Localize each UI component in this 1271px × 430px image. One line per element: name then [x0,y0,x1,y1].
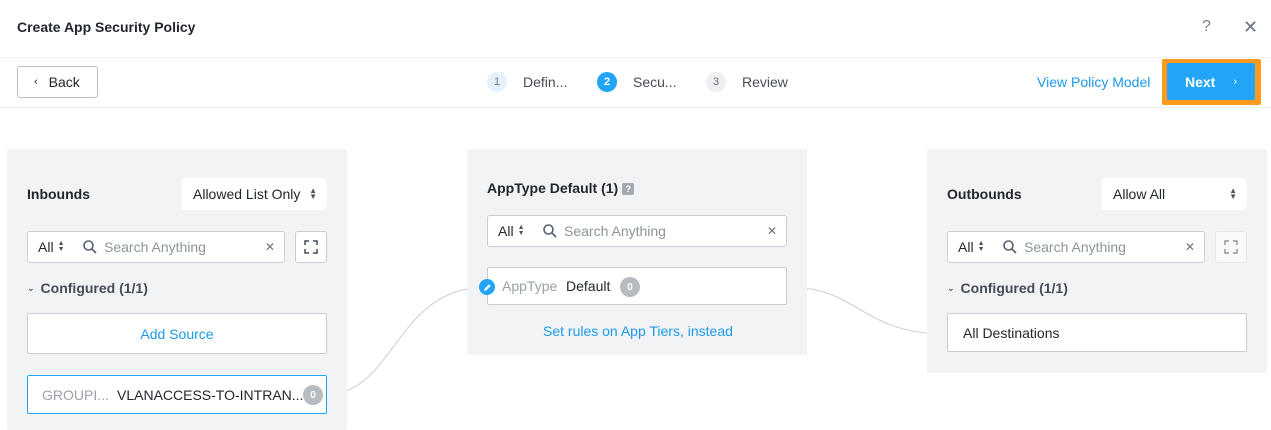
step-define[interactable]: 1 Defin... [487,72,567,92]
inbounds-panel: Inbounds Allowed List Only ▲ ▼ All ▲ ▼ Sea… [7,149,347,430]
set-rules-on-app-tiers-link[interactable]: Set rules on App Tiers, instead [543,323,733,339]
outbounds-configured-section[interactable]: ⌄ Configured (1/1) [947,280,1068,296]
step-number: 3 [706,72,726,92]
chevron-down-icon: ⌄ [947,282,955,293]
item-value: VLANACCESS-TO-INTRAN... [117,386,304,403]
page-title: Create App Security Policy [17,19,196,35]
outbound-destination-item[interactable]: All Destinations [947,313,1247,352]
inbounds-title: Inbounds [27,186,90,202]
outbounds-search-bar: All ▲ ▼ Search Anything ✕ [947,231,1205,263]
item-type: AppType [502,278,558,294]
next-button-label: Next [1185,73,1216,90]
search-icon [1003,240,1017,254]
clear-icon[interactable]: ✕ [767,224,777,238]
step-security[interactable]: 2 Secu... [597,72,677,92]
add-source-button[interactable]: Add Source [27,313,327,354]
step-number: 1 [487,72,507,92]
inbound-source-item[interactable]: GROUPI... VLANACCESS-TO-INTRAN... 0 [27,375,327,414]
wizard-toolbar: ‹ Back 1 Defin... 2 Secu... 3 Review Vie… [0,58,1271,108]
close-icon[interactable]: ✕ [1243,17,1258,38]
expand-icon [1224,240,1238,254]
search-icon [83,240,97,254]
sort-caret-icon: ▲ ▼ [57,240,65,253]
back-button-label: Back [48,74,80,90]
search-icon [543,224,557,238]
step-label: Secu... [633,74,677,90]
outbounds-panel: Outbounds Allow All ▲ ▼ All ▲ ▼ Search Any… [927,149,1267,373]
outbounds-search-input[interactable]: Search Anything [1024,239,1126,255]
filter-value: All [498,223,514,239]
apptype-item[interactable]: AppType Default 0 [487,267,787,305]
apptype-search-input[interactable]: Search Anything [564,223,666,239]
apptype-title: AppType Default (1)? [487,180,635,196]
outbounds-title: Outbounds [947,186,1022,202]
outbounds-mode-value: Allow All [1113,186,1166,202]
apptype-search-bar: All ▲ ▼ Search Anything ✕ [487,215,787,247]
clear-icon[interactable]: ✕ [1185,240,1195,254]
view-policy-model-link[interactable]: View Policy Model [1037,74,1150,90]
edit-pencil-icon[interactable] [479,279,495,295]
next-button[interactable]: Next › [1167,63,1255,100]
outbounds-filter-select[interactable]: All ▲ ▼ [948,239,996,255]
sort-caret-icon: ▲ ▼ [309,186,317,201]
apptype-filter-select[interactable]: All ▲ ▼ [488,223,536,239]
apptype-title-text: AppType Default (1) [487,180,619,196]
item-value: All Destinations [963,324,1060,341]
inbounds-configured-section[interactable]: ⌄ Configured (1/1) [27,280,148,296]
expand-icon [304,240,318,254]
chevron-right-icon: › [1233,75,1237,88]
step-label: Defin... [523,74,568,90]
sort-caret-icon: ▲ ▼ [517,224,525,237]
help-icon[interactable]: ? [1202,18,1211,36]
outbounds-mode-select[interactable]: Allow All ▲ ▼ [1102,178,1247,210]
help-icon[interactable]: ? [622,183,635,196]
outbound-connection-line [786,286,948,335]
rule-count-badge: 0 [620,277,640,297]
inbound-connection-line [326,286,488,395]
item-value: Default [566,278,611,294]
title-bar: Create App Security Policy ? ✕ [0,0,1271,58]
rule-count-badge: 0 [303,385,323,405]
step-label: Review [742,74,788,90]
filter-value: All [38,239,54,255]
item-type: GROUPI... [42,386,109,403]
inbounds-expand-button[interactable] [295,231,327,263]
inbounds-mode-value: Allowed List Only [193,186,301,202]
back-button[interactable]: ‹ Back [17,66,98,98]
outbounds-expand-button[interactable] [1215,231,1247,263]
clear-icon[interactable]: ✕ [265,240,275,254]
inbounds-search-input[interactable]: Search Anything [104,239,206,255]
inbounds-filter-select[interactable]: All ▲ ▼ [28,239,76,255]
apptype-panel: AppType Default (1)? All ▲ ▼ Search Anyth… [467,149,807,355]
filter-value: All [958,239,974,255]
inbounds-mode-select[interactable]: Allowed List Only ▲ ▼ [182,178,327,210]
section-label: Configured (1/1) [960,280,1068,296]
chevron-left-icon: ‹ [34,76,38,88]
sort-caret-icon: ▲ ▼ [977,240,985,253]
sort-caret-icon: ▲ ▼ [1229,186,1237,201]
step-review[interactable]: 3 Review [706,72,788,92]
chevron-down-icon: ⌄ [27,282,35,293]
section-label: Configured (1/1) [40,280,148,296]
inbounds-search-bar: All ▲ ▼ Search Anything ✕ [27,231,285,263]
step-number: 2 [597,72,617,92]
next-button-highlight: Next › [1162,59,1261,105]
